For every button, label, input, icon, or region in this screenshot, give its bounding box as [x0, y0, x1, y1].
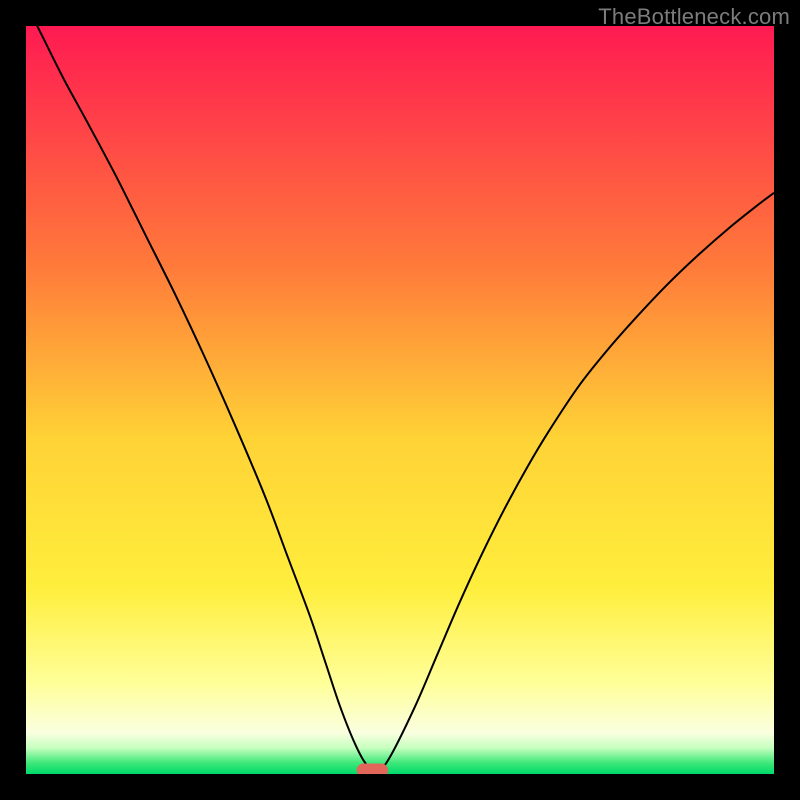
chart-svg: [26, 26, 774, 774]
chart-frame: TheBottleneck.com: [0, 0, 800, 800]
watermark-text: TheBottleneck.com: [598, 4, 790, 30]
operating-point: [357, 764, 388, 774]
chart-background: [26, 26, 774, 774]
chart-plot-area: [26, 26, 774, 774]
